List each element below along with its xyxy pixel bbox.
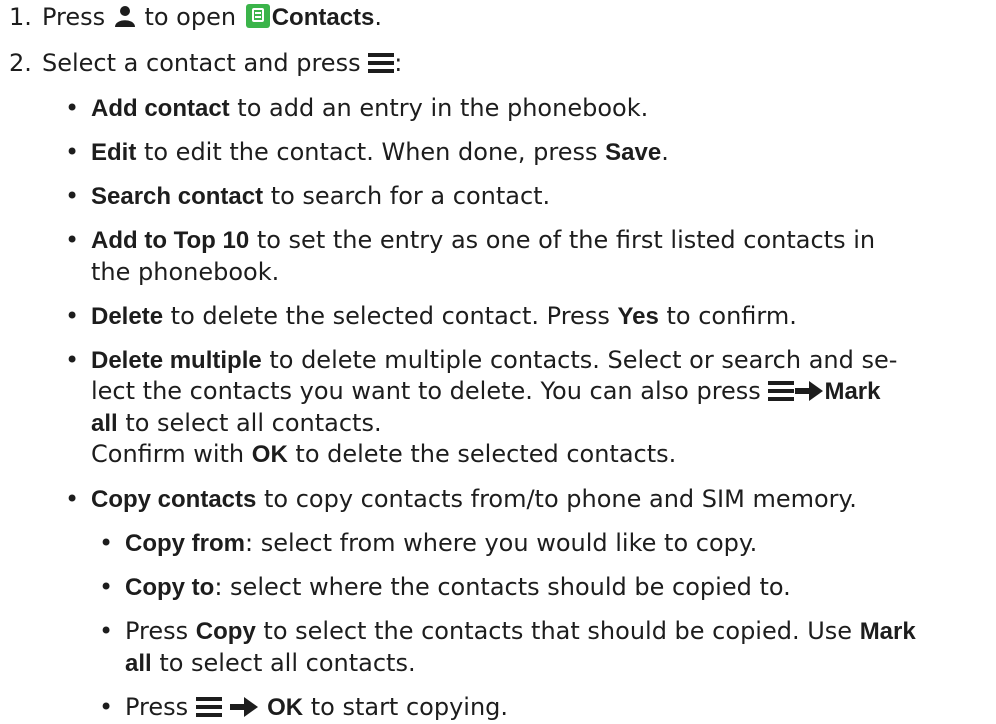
person-icon — [114, 6, 135, 27]
menu-icon — [368, 53, 395, 73]
menu-icon — [768, 381, 795, 401]
menu-icon — [195, 697, 222, 717]
step-text: to open — [144, 3, 237, 31]
step-text: Press — [42, 3, 106, 31]
step-text: Select a contact and press — [42, 49, 361, 77]
step-number: 1. — [9, 3, 32, 31]
arrow-right-icon — [795, 381, 824, 401]
app-name: Contacts — [271, 4, 375, 31]
contacts-app-icon — [245, 4, 270, 28]
arrow-right-icon — [230, 697, 259, 717]
step-number: 2. — [9, 49, 32, 77]
